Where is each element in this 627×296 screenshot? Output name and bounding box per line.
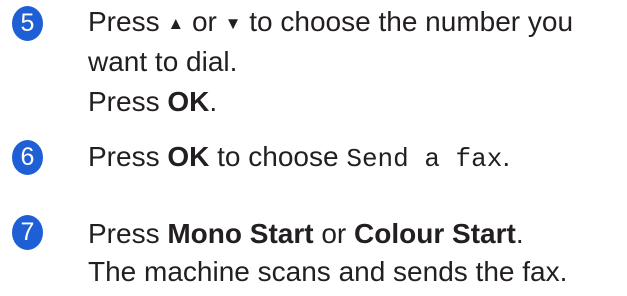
instruction-text: to choose	[217, 141, 339, 172]
step-7-line-2: The machine scans and sends the fax.	[88, 256, 568, 287]
press-text: Press	[88, 218, 160, 249]
mono-start-key-label: Mono Start	[167, 218, 314, 249]
period: .	[209, 86, 218, 117]
or-text: or	[191, 6, 217, 37]
ok-key-label: OK	[167, 86, 210, 117]
press-text: Press	[88, 86, 160, 117]
step-5-line-2: want to dial.	[88, 46, 238, 77]
up-arrow-icon: ▲	[167, 14, 185, 33]
lcd-option-text: Send a fax	[346, 144, 503, 174]
instruction-text: to choose the number you	[249, 6, 574, 37]
step-number-badge: 7	[12, 215, 43, 250]
step-6-line-1: Press OK to choose Send a fax.	[88, 140, 510, 176]
step-number-badge: 5	[12, 6, 43, 41]
step-number-badge: 6	[12, 140, 43, 175]
press-text: Press	[88, 141, 160, 172]
period: .	[502, 141, 511, 172]
press-text: Press	[88, 6, 160, 37]
step-7-line-1: Press Mono Start or Colour Start.	[88, 217, 524, 251]
or-text: or	[321, 218, 347, 249]
period: .	[515, 218, 524, 249]
step-5-line-1: Press ▲ or ▼ to choose the number you	[88, 5, 573, 41]
step-5-line-3: Press OK.	[88, 85, 217, 119]
down-arrow-icon: ▼	[224, 14, 242, 33]
colour-start-key-label: Colour Start	[354, 218, 516, 249]
ok-key-label: OK	[167, 141, 210, 172]
